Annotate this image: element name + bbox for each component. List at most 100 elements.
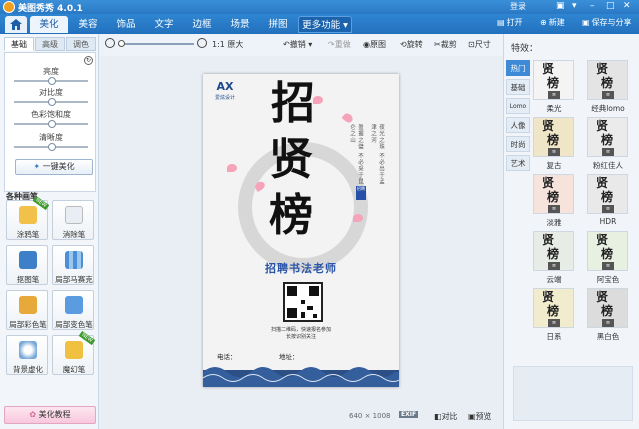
category-art[interactable]: 艺术 [506,155,530,171]
effect-classic-lomo-thumb[interactable]: 贤榜 ≡ [587,60,628,100]
category-fashion[interactable]: 时尚 [506,136,530,152]
compare-icon: ◧ [434,412,442,421]
tab-scene[interactable]: 场景 [222,16,258,33]
doodle-pen-tool[interactable]: NEW 涂鸦笔 [6,195,50,240]
original-image-button[interactable]: ◉原图 [363,39,386,50]
doodle-pen-label: 涂鸦笔 [16,230,40,239]
crop-label: 裁剪 [440,40,457,49]
redo-button[interactable]: ↷重做 [328,39,351,50]
effect-hdr-thumb[interactable]: 贤榜 ≡ [587,174,628,214]
effect-cloud-thumb[interactable]: 贤榜 ≡ [533,231,574,271]
home-button[interactable] [5,16,27,33]
effect-pink-lady-thumb[interactable]: 贤榜 ≡ [587,117,628,157]
category-lomo[interactable]: Lomo [506,98,530,114]
plus-circle-icon: ⊕ [540,18,547,27]
cutout-pen-icon [19,251,37,269]
magic-pen-tool[interactable]: NEW 魔幻笔 [52,330,96,375]
category-portrait[interactable]: 人像 [506,117,530,133]
minimize-icon[interactable]: – [590,1,595,11]
qr-module [307,306,313,310]
poster-logo-subtitle: 爱炫设计 [214,95,235,101]
effect-elegant-thumb[interactable]: 贤榜 ≡ [533,174,574,214]
exif-button[interactable]: EXIF [399,411,419,418]
open-label: 打开 [506,18,523,27]
tutorial-label: 美化教程 [38,410,71,419]
save-share-button[interactable]: ▣ 保存与分享 [582,17,632,28]
tab-text[interactable]: 文字 [146,16,182,33]
undo-button[interactable]: ↶撤销 ▾ [283,39,312,50]
tab-beauty[interactable]: 美容 [70,16,106,33]
color-brush-icon [19,296,37,314]
new-button[interactable]: ⊕ 新建 [540,17,565,28]
edit-toolbar: 1:1 原大 ↶撤销 ▾ ↷重做 ◉原图 ⟲旋转 ✂裁剪 ⊡尺寸 [100,34,503,56]
compare-button[interactable]: ◧对比 [434,411,458,422]
category-hot[interactable]: 热门 [506,60,530,76]
zoom-slider[interactable] [118,40,194,47]
poster-char-2: 贤 [269,134,313,185]
tutorial-button[interactable]: ✿ 美化教程 [4,406,96,424]
poster-logo: AX [216,80,234,93]
effect-black-white-thumb[interactable]: 贤榜 ≡ [587,288,628,328]
saturation-slider[interactable] [14,120,88,128]
size-button[interactable]: ⊡尺寸 [468,39,491,50]
category-basic[interactable]: 基础 [506,79,530,95]
tab-collage[interactable]: 拼图 [260,16,296,33]
mosaic-tool[interactable]: 局部马赛克 [52,245,94,285]
zoom-knob[interactable] [118,40,125,47]
effect-cloud-label: 云端 [546,275,562,284]
subtab-advanced[interactable]: 高级 [35,37,65,51]
effect-retro-label: 复古 [546,161,562,170]
title-bar: 美图秀秀 4.0.1 登录 ▣ ▾ – □ ✕ [0,0,639,14]
reset-icon[interactable]: ↻ [84,56,93,65]
crop-button[interactable]: ✂裁剪 [434,39,457,50]
skin-icon[interactable]: ▣ [556,1,565,11]
magic-wand-icon: ✦ [33,162,43,171]
undo-label: 撤销 [289,40,306,49]
tab-beautify[interactable]: 美化 [30,16,68,33]
brightness-knob[interactable] [48,77,56,85]
effects-panel: 特效： 热门 基础 Lomo 人像 时尚 艺术 贤榜 ≡ 柔光 贤榜 ≡ 经典lom… [503,34,639,429]
effect-abao-label: 阿宝色 [596,275,620,284]
zoom-out-icon[interactable] [105,38,115,48]
saturation-knob[interactable] [48,120,56,128]
tab-frame[interactable]: 边框 [184,16,220,33]
local-color-pen-tool[interactable]: 局部彩色笔 [6,290,48,330]
menu-icon[interactable]: ▾ [572,1,577,11]
original-size-button[interactable]: 1:1 原大 [212,39,243,50]
sharpness-knob[interactable] [48,143,56,151]
petal-decoration [227,164,237,172]
subtab-color[interactable]: 调色 [66,37,96,51]
contrast-knob[interactable] [48,98,56,106]
one-key-beautify-button[interactable]: ✦ 一键美化 [15,159,93,175]
background-blur-tool[interactable]: 背景虚化 [6,335,48,375]
effect-classic-lomo-label: 经典lomo [591,104,625,113]
maximize-icon[interactable]: □ [606,1,615,11]
effect-retro-thumb[interactable]: 贤榜 ≡ [533,117,574,157]
close-icon[interactable]: ✕ [623,1,631,11]
effect-soft-light-thumb[interactable]: 贤榜 ≡ [533,60,574,100]
qr-code [283,282,323,322]
rotate-button[interactable]: ⟲旋转 [400,39,423,50]
login-link[interactable]: 登录 [510,1,526,12]
poster-image[interactable]: AX 爱炫设计 招 贤 榜 夜光之珠 不必出于孟津之河 盈握之璧 不必采于昆仑之… [203,74,399,387]
open-button[interactable]: ▤ 打开 [497,17,523,28]
zoom-in-icon[interactable] [197,38,207,48]
local-recolor-pen-tool[interactable]: 局部变色笔 [52,290,94,330]
app-title: 美图秀秀 4.0.1 [18,4,83,14]
doodle-pen-icon [19,206,37,224]
more-features-button[interactable]: 更多功能 ▾ [298,16,352,33]
new-label: 新建 [548,18,565,27]
brightness-slider[interactable] [14,77,88,85]
eraser-pen-tool[interactable]: 消除笔 [52,200,94,240]
tab-accessories[interactable]: 饰品 [108,16,144,33]
effect-japanese-thumb[interactable]: 贤榜 ≡ [533,288,574,328]
cutout-pen-tool[interactable]: 抠图笔 [6,245,48,285]
effect-abao-thumb[interactable]: 贤榜 ≡ [587,231,628,271]
sharpness-slider[interactable] [14,143,88,151]
contrast-slider[interactable] [14,98,88,106]
qr-module [301,300,305,304]
canvas-area[interactable]: AX 爱炫设计 招 贤 榜 夜光之珠 不必出于孟津之河 盈握之璧 不必采于昆仑之… [100,56,503,429]
wave-decoration [203,367,399,387]
subtab-basic[interactable]: 基础 [4,37,34,51]
preview-button[interactable]: ▣预览 [468,411,492,422]
